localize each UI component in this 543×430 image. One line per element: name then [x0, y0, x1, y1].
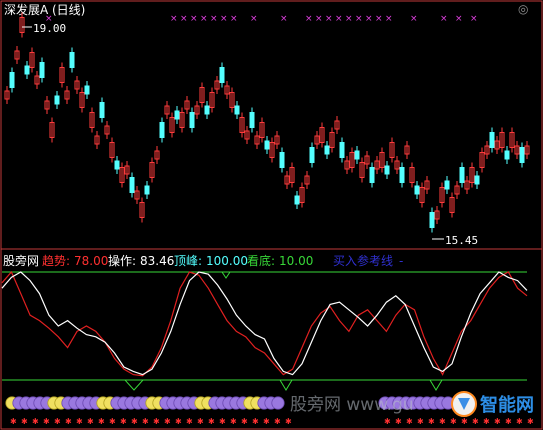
svg-text:✱: ✱ [439, 417, 446, 426]
operate-label: 操作: [108, 253, 136, 268]
svg-text:×: × [180, 14, 188, 24]
svg-text:✱: ✱ [10, 417, 17, 426]
svg-text:✱: ✱ [109, 417, 116, 426]
svg-text:✱: ✱ [461, 417, 468, 426]
svg-text:✱: ✱ [494, 417, 501, 426]
stock-chart: 深发展A (日线) ◎ × × × × × × × × × × × × × × × × × × × × × × × 19.0… [0, 0, 543, 430]
svg-text:✱: ✱ [505, 417, 512, 426]
svg-text:✱: ✱ [263, 417, 270, 426]
svg-text:✱: ✱ [472, 417, 479, 426]
svg-text:✱: ✱ [406, 417, 413, 426]
logo-watermark: 智能网 [451, 391, 534, 417]
svg-text:×: × [335, 14, 343, 24]
svg-text:×: × [365, 14, 373, 24]
svg-text:✱: ✱ [98, 417, 105, 426]
svg-text:✱: ✱ [87, 417, 94, 426]
trend-label: 趋势: [42, 254, 70, 268]
svg-text:×: × [230, 14, 238, 24]
svg-text:✱: ✱ [428, 417, 435, 426]
svg-text:✱: ✱ [120, 417, 127, 426]
svg-text:×: × [190, 14, 198, 24]
period-label: (日线) [52, 3, 85, 17]
settings-icon[interactable]: ◎ [518, 2, 528, 16]
svg-text:✱: ✱ [516, 417, 523, 426]
low-price-label: 15.45 [445, 234, 478, 247]
svg-text:×: × [345, 14, 353, 24]
svg-text:✱: ✱ [175, 417, 182, 426]
svg-text:×: × [455, 14, 463, 24]
svg-text:✱: ✱ [131, 417, 138, 426]
svg-text:✱: ✱ [43, 417, 50, 426]
svg-text:×: × [315, 14, 323, 24]
high-price-label: 19.00 [33, 22, 66, 35]
svg-text:×: × [210, 14, 218, 24]
svg-text:✱: ✱ [285, 417, 292, 426]
svg-text:✱: ✱ [384, 417, 391, 426]
svg-text:✱: ✱ [417, 417, 424, 426]
indicator-source: 股旁网 [3, 253, 39, 268]
svg-text:✱: ✱ [153, 417, 160, 426]
svg-text:✱: ✱ [252, 417, 259, 426]
svg-text:✱: ✱ [230, 417, 237, 426]
svg-text:✱: ✱ [32, 417, 39, 426]
svg-text:×: × [250, 14, 258, 24]
bottom-value: 10.00 [279, 254, 313, 268]
trend-value: 78.00 [74, 254, 108, 268]
svg-text:✱: ✱ [54, 417, 61, 426]
svg-text:✱: ✱ [527, 417, 534, 426]
svg-text:×: × [440, 14, 448, 24]
svg-text:×: × [355, 14, 363, 24]
svg-text:✱: ✱ [208, 417, 215, 426]
svg-text:×: × [470, 14, 478, 24]
svg-text:×: × [305, 14, 313, 24]
svg-text:✱: ✱ [274, 417, 281, 426]
svg-text:-: - [399, 254, 403, 268]
peak-value: 100.00 [206, 254, 248, 268]
stock-title: 深发展A [4, 2, 49, 17]
svg-text:×: × [200, 14, 208, 24]
svg-text:×: × [375, 14, 383, 24]
bottom-label: 看底: [247, 253, 275, 268]
svg-text:✱: ✱ [483, 417, 490, 426]
buy-reference-label: 买入参考线 [333, 253, 393, 268]
watermark-text: 股旁网 www.gu [290, 395, 414, 415]
svg-text:✱: ✱ [186, 417, 193, 426]
logo-text: 智能网 [480, 394, 534, 416]
svg-text:✱: ✱ [21, 417, 28, 426]
peak-label: 顶峰: [174, 254, 202, 268]
svg-text:✱: ✱ [142, 417, 149, 426]
svg-text:✱: ✱ [164, 417, 171, 426]
svg-text:×: × [325, 14, 333, 24]
svg-text:×: × [385, 14, 393, 24]
svg-text:×: × [410, 14, 418, 24]
svg-text:×: × [280, 14, 288, 24]
svg-text:×: × [170, 14, 178, 24]
svg-text:✱: ✱ [219, 417, 226, 426]
operate-value: 83.46 [140, 254, 174, 268]
svg-text:✱: ✱ [76, 417, 83, 426]
svg-text:✱: ✱ [395, 417, 402, 426]
svg-text:✱: ✱ [197, 417, 204, 426]
svg-text:✱: ✱ [450, 417, 457, 426]
svg-text:✱: ✱ [65, 417, 72, 426]
svg-text:×: × [220, 14, 228, 24]
svg-text:✱: ✱ [241, 417, 248, 426]
